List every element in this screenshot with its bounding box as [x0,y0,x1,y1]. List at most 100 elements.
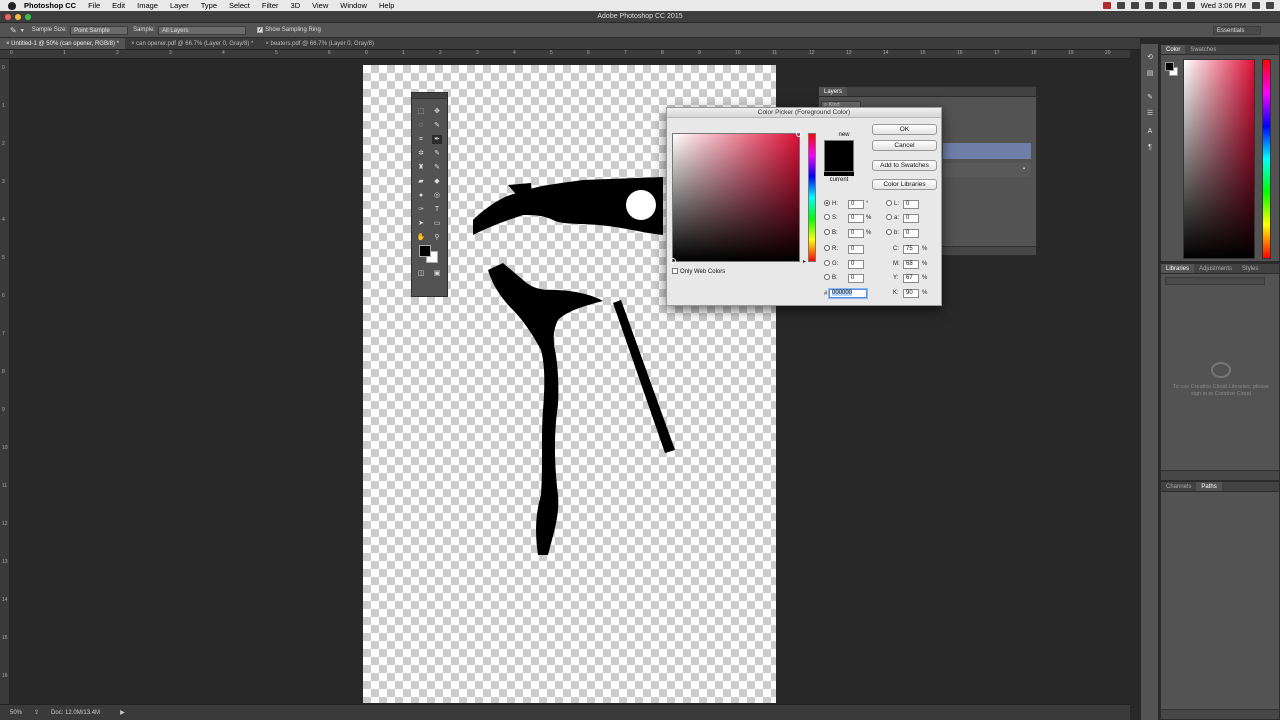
eyedropper-icon[interactable]: ✒ [432,135,442,144]
eyedropper-tool-icon[interactable]: ✎ [10,26,17,35]
tab-untitled-1[interactable]: × Untitled-1 @ 50% (can opener, RGB/8) * [0,38,125,49]
close-window-button[interactable] [5,14,11,20]
tab-adjustments[interactable]: Adjustments [1194,264,1237,273]
status-app-icon[interactable] [1102,2,1111,9]
tab-paths[interactable]: Paths [1196,482,1222,491]
volume-icon[interactable] [1172,2,1181,9]
adjust-icon[interactable]: ☰ [1146,110,1154,118]
library-select[interactable] [1165,277,1265,285]
l-field[interactable]: 0 [903,200,919,209]
workspace-select[interactable]: Essentials [1213,25,1261,35]
tool-preset-dropdown[interactable]: ▾ [21,27,24,34]
battery-icon[interactable] [1186,2,1195,9]
menu-window[interactable]: Window [340,0,367,11]
g-radio[interactable]: G: [824,260,838,269]
rectangle-icon[interactable]: ▭ [432,219,442,228]
tab-styles[interactable]: Styles [1237,264,1263,273]
minimize-window-button[interactable] [15,14,21,20]
brush-presets-icon[interactable]: ✎ [1146,94,1154,102]
y-field[interactable]: 67 [903,274,919,283]
menu-image[interactable]: Image [137,0,158,11]
r-field[interactable]: 0 [848,245,864,254]
artboard-tool-icon[interactable]: ✥ [432,107,442,116]
quick-select-icon[interactable]: ✎ [432,121,442,130]
status-icon[interactable] [1116,2,1125,9]
path-select-icon[interactable]: ➤ [416,219,426,228]
tab-color[interactable]: Color [1161,45,1186,54]
tab-libraries[interactable]: Libraries [1161,264,1195,273]
status-menu-arrow[interactable]: ▶ [120,709,125,716]
clock[interactable]: Wed 3:06 PM [1201,1,1246,10]
properties-icon[interactable]: ▤ [1146,70,1154,78]
tab-channels[interactable]: Channels [1161,482,1196,491]
menu-layer[interactable]: Layer [170,0,189,11]
layer-row-selected[interactable] [943,143,1031,159]
menu-view[interactable]: View [312,0,328,11]
l-radio[interactable]: L: [886,200,899,209]
lab-b-radio[interactable]: b: [886,229,899,238]
move-tool-icon[interactable]: ⬚ [416,107,426,116]
panel-fg-swatch[interactable] [1165,62,1174,71]
g-field[interactable]: 0 [848,260,864,269]
menu-type[interactable]: Type [201,0,217,11]
quick-mask-icon[interactable]: ◫ [416,269,426,278]
add-to-swatches-button[interactable]: Add to Swatches [872,160,937,171]
history-icon[interactable]: ⟲ [1146,54,1154,62]
bucket-icon[interactable]: ◆ [432,177,442,186]
dodge-icon[interactable]: ◎ [432,191,442,200]
status-icon[interactable] [1130,2,1139,9]
only-web-colors-checkbox[interactable] [672,268,678,274]
zoom-window-button[interactable] [25,14,31,20]
menu-select[interactable]: Select [229,0,250,11]
menu-3d[interactable]: 3D [291,0,301,11]
r-radio[interactable]: R: [824,245,838,254]
tab-layers[interactable]: Layers [819,87,848,96]
brightness-radio[interactable]: B: [824,229,838,238]
hue-slider-arrow[interactable]: ▸ [803,258,806,265]
saturation-brightness-field[interactable] [670,131,802,264]
menu-edit[interactable]: Edit [112,0,125,11]
toolbox-header[interactable] [412,93,447,99]
zoom-level[interactable]: 50% [10,710,30,716]
paragraph-icon[interactable]: ¶ [1146,144,1154,152]
character-icon[interactable]: A [1146,128,1154,136]
blue-radio[interactable]: B: [824,274,838,283]
blur-icon[interactable]: ● [416,191,426,200]
stamp-icon[interactable]: ♜ [416,163,426,172]
sample-select[interactable]: All Layers [158,25,247,35]
s-field[interactable]: 0 [848,214,864,223]
panel-hue-slider[interactable] [1262,59,1271,259]
h-radio[interactable]: H: [824,200,838,209]
hand-icon[interactable]: ✋ [416,233,426,242]
type-icon[interactable]: T [432,205,442,214]
menu-help[interactable]: Help [379,0,394,11]
bluetooth-icon[interactable] [1144,2,1153,9]
sampling-ring-checkbox[interactable]: ✓ [257,27,264,33]
notification-center-icon[interactable] [1266,2,1274,9]
share-icon[interactable]: ⇪ [34,709,39,716]
s-radio[interactable]: S: [824,214,838,223]
a-field[interactable]: 0 [903,214,919,223]
brush-icon[interactable]: ✎ [432,149,442,158]
hex-field[interactable]: 000000 [829,289,867,298]
m-field[interactable]: 68 [903,260,919,269]
color-libraries-button[interactable]: Color Libraries [872,179,937,190]
spotlight-icon[interactable] [1252,2,1260,9]
eraser-icon[interactable]: ▰ [416,177,426,186]
history-brush-icon[interactable]: ✎ [432,163,442,172]
apple-icon[interactable] [8,1,16,10]
tab-beaters[interactable]: × beaters.pdf @ 66.7% (Layer 0, Gray/8) [259,38,380,49]
layer-row[interactable]: ▪ [943,163,1031,177]
tab-swatches[interactable]: Swatches [1185,45,1221,54]
healing-icon[interactable]: ✲ [416,149,426,158]
k-field[interactable]: 90 [903,289,919,298]
current-color-swatch[interactable] [824,172,854,176]
blue-field[interactable]: 0 [848,274,864,283]
lasso-tool-icon[interactable]: ◌ [416,121,426,130]
zoom-icon[interactable]: ⚲ [432,233,442,242]
tab-can-opener[interactable]: × can opener.pdf @ 66.7% (Layer 0, Gray/… [125,38,259,49]
h-field[interactable]: 0 [848,200,864,209]
panel-color-field[interactable] [1183,59,1255,259]
sample-size-select[interactable]: Point Sample [70,25,129,35]
a-radio[interactable]: a: [886,214,899,223]
